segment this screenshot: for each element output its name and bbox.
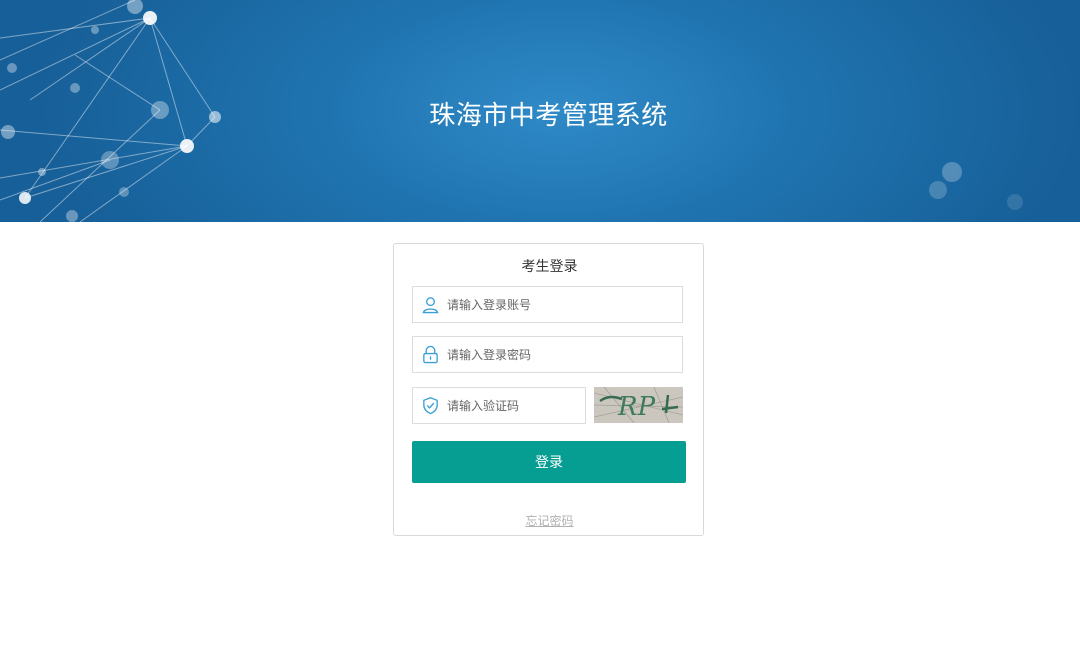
lock-icon bbox=[423, 345, 438, 364]
user-icon bbox=[422, 297, 439, 314]
captcha-field[interactable] bbox=[412, 387, 586, 424]
captcha-text: RP bbox=[617, 392, 656, 422]
login-card: 考生登录 请输入登录账号 请输入验证码 RP 登录 忘记密码 bbox=[393, 243, 704, 536]
captcha-noise: RP bbox=[594, 387, 683, 423]
password-field[interactable] bbox=[412, 336, 683, 373]
captcha-input[interactable] bbox=[447, 388, 583, 423]
header-banner: 珠海市中考管理系统 bbox=[0, 0, 1080, 222]
login-button[interactable]: 登录 bbox=[412, 441, 686, 483]
account-input[interactable] bbox=[447, 287, 679, 322]
page-title: 珠海市中考管理系统 bbox=[429, 101, 668, 131]
login-title: 考生登录 bbox=[521, 259, 578, 275]
password-input[interactable] bbox=[447, 337, 679, 372]
account-field[interactable] bbox=[412, 286, 683, 323]
captcha-image[interactable]: RP bbox=[594, 387, 683, 423]
shield-check-icon bbox=[423, 396, 438, 415]
forgot-password-link[interactable]: 忘记密码 bbox=[394, 512, 705, 529]
